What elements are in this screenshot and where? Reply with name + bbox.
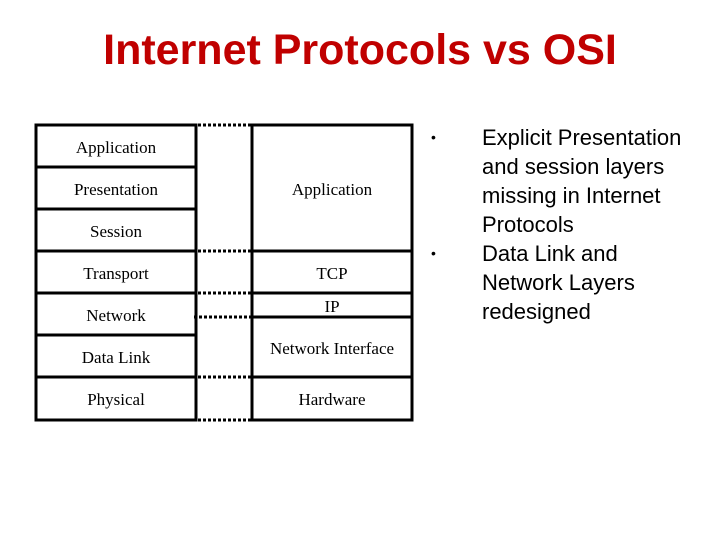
bullet-text: Explicit Presentation and session layers… xyxy=(482,125,682,237)
bullet-item: • Explicit Presentation and session laye… xyxy=(424,123,694,239)
osi-layer-physical: Physical xyxy=(87,390,145,409)
internet-layer-network-interface: Network Interface xyxy=(270,339,394,358)
bullet-icon: • xyxy=(431,129,436,145)
correspondence-lines xyxy=(194,123,252,422)
osi-layer-network: Network xyxy=(86,306,146,325)
internet-layer-hardware: Hardware xyxy=(298,390,365,409)
bullet-icon: • xyxy=(431,245,436,261)
osi-layer-presentation: Presentation xyxy=(74,180,159,199)
osi-layer-transport: Transport xyxy=(83,264,149,283)
internet-layer-ip: IP xyxy=(324,297,339,316)
osi-layer-session: Session xyxy=(90,222,142,241)
osi-layer-application: Application xyxy=(76,138,157,157)
osi-layer-data-link: Data Link xyxy=(82,348,151,367)
internet-layer-tcp: TCP xyxy=(316,264,347,283)
bullet-text: Data Link and Network Layers redesigned xyxy=(482,241,635,324)
internet-layer-application: Application xyxy=(292,180,373,199)
bullet-item: • Data Link and Network Layers redesigne… xyxy=(424,239,694,326)
bullet-list: • Explicit Presentation and session laye… xyxy=(424,123,694,326)
